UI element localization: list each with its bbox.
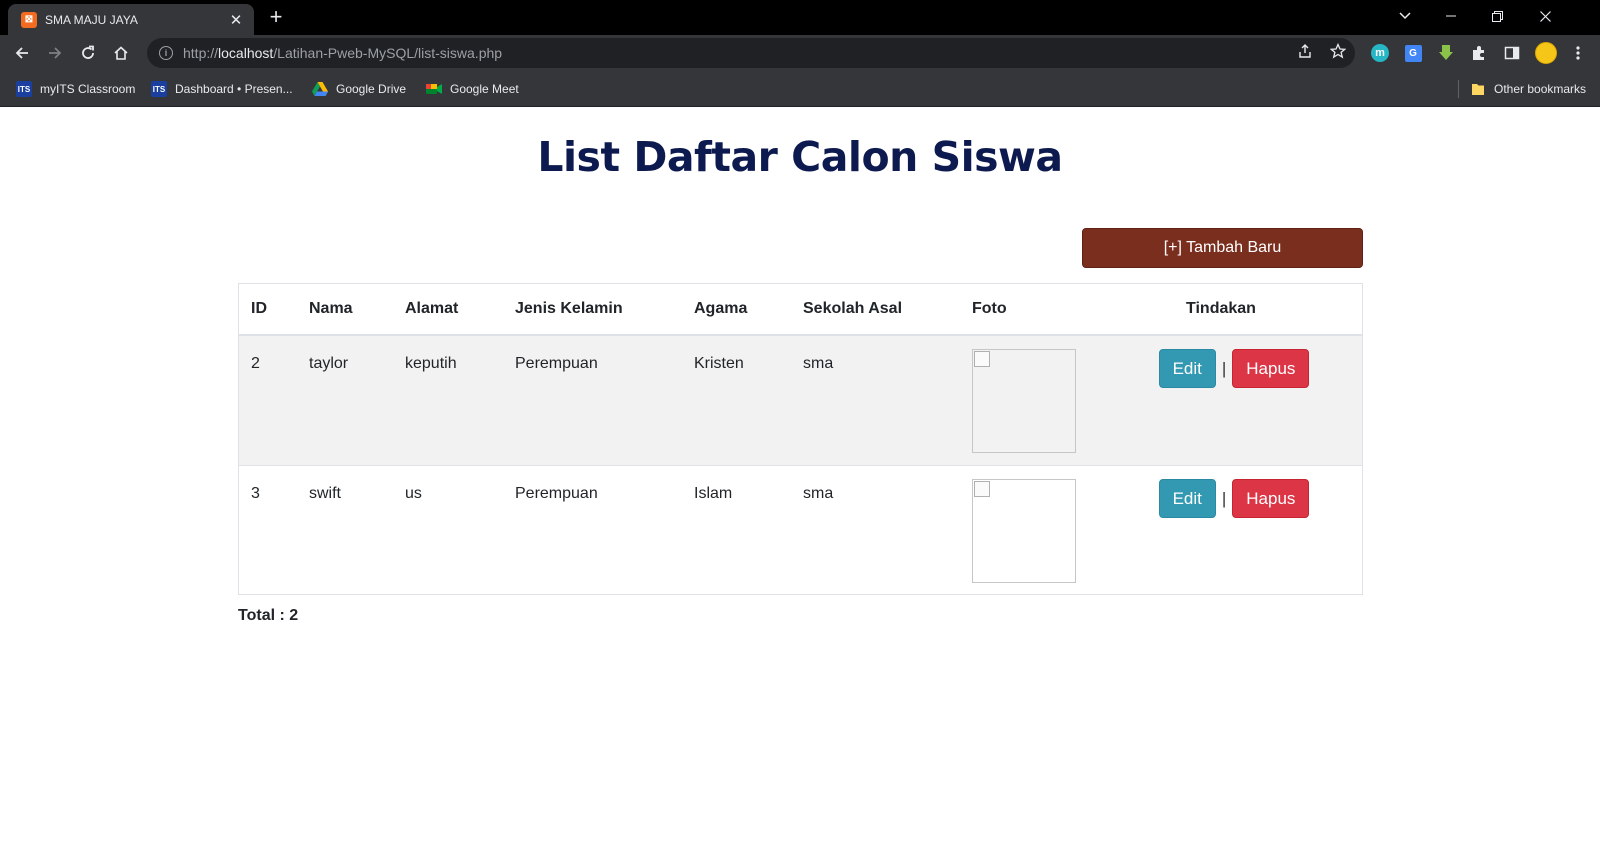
- table-header-row: ID Nama Alamat Jenis Kelamin Agama Sekol…: [239, 284, 1362, 335]
- edit-button[interactable]: Edit: [1158, 479, 1216, 518]
- cell-id: 2: [251, 355, 260, 372]
- close-tab-icon[interactable]: ✕: [228, 11, 244, 29]
- cell-alamat: us: [405, 485, 422, 502]
- column-header-jenis-kelamin: Jenis Kelamin: [515, 300, 623, 317]
- cell-nama: taylor: [309, 355, 349, 372]
- site-info-icon[interactable]: i: [159, 46, 173, 60]
- cell-foto: [960, 335, 1136, 466]
- action-separator: |: [1221, 488, 1227, 508]
- google-meet-icon: [426, 81, 442, 97]
- tab-search-icon[interactable]: [1382, 0, 1428, 32]
- bookmark-myits-classroom[interactable]: ITS myITS Classroom: [16, 79, 135, 99]
- cell-alamat: keputih: [405, 355, 457, 372]
- minimize-icon[interactable]: [1428, 0, 1474, 32]
- page-title: List Daftar Calon Siswa: [537, 133, 1063, 181]
- its-icon: ITS: [151, 81, 167, 97]
- delete-button[interactable]: Hapus: [1232, 479, 1310, 518]
- table-row: 3 swift us Perempuan Islam sma Edit | Ha…: [239, 465, 1362, 596]
- reload-icon[interactable]: [74, 39, 102, 67]
- column-header-foto: Foto: [972, 300, 1007, 317]
- download-extension-icon[interactable]: [1436, 43, 1456, 63]
- column-header-agama: Agama: [694, 300, 748, 317]
- action-separator: |: [1221, 358, 1227, 378]
- bookmark-label: myITS Classroom: [40, 82, 136, 96]
- delete-button[interactable]: Hapus: [1232, 349, 1310, 388]
- students-table: ID Nama Alamat Jenis Kelamin Agama Sekol…: [238, 283, 1363, 595]
- column-header-alamat: Alamat: [405, 300, 459, 317]
- tab-strip: ⊠ SMA MAJU JAYA ✕ +: [0, 0, 1600, 35]
- cell-sekolah-asal: sma: [803, 485, 834, 502]
- google-translate-icon[interactable]: G: [1403, 43, 1423, 63]
- cell-jenis-kelamin: Perempuan: [515, 485, 598, 502]
- other-bookmarks[interactable]: Other bookmarks: [1470, 79, 1586, 99]
- bookmarks-bar: ITS myITS Classroom ITS Dashboard • Pres…: [0, 71, 1600, 107]
- edit-button[interactable]: Edit: [1158, 349, 1216, 388]
- bookmark-google-meet[interactable]: Google Meet: [426, 79, 519, 99]
- active-tab[interactable]: ⊠ SMA MAJU JAYA ✕: [8, 4, 254, 35]
- tab-title: SMA MAJU JAYA: [45, 12, 138, 27]
- home-icon[interactable]: [107, 39, 135, 67]
- cell-tindakan: Edit | Hapus: [1136, 335, 1362, 466]
- menu-dots-icon[interactable]: [1568, 43, 1588, 63]
- other-bookmarks-label: Other bookmarks: [1494, 82, 1587, 96]
- cell-jenis-kelamin: Perempuan: [515, 355, 598, 372]
- cell-agama: Islam: [694, 485, 733, 502]
- broken-image-icon: [974, 351, 990, 367]
- xampp-icon: ⊠: [21, 11, 37, 28]
- bookmark-label: Dashboard • Presen...: [175, 82, 293, 96]
- bookmark-star-icon[interactable]: [1329, 42, 1347, 60]
- close-window-icon[interactable]: [1522, 0, 1568, 32]
- student-photo: [972, 479, 1076, 583]
- google-drive-icon: [312, 81, 328, 97]
- address-bar[interactable]: i http://localhost/Latihan-Pweb-MySQL/li…: [147, 38, 1355, 68]
- new-tab-button[interactable]: +: [262, 6, 290, 30]
- side-panel-icon[interactable]: [1502, 43, 1522, 63]
- back-icon[interactable]: [8, 39, 36, 67]
- profile-avatar[interactable]: [1534, 41, 1558, 65]
- bookmark-google-drive[interactable]: Google Drive: [312, 79, 406, 99]
- column-header-nama: Nama: [309, 300, 353, 317]
- url-text: http://localhost/Latihan-Pweb-MySQL/list…: [183, 45, 503, 61]
- total-count: Total : 2: [238, 607, 299, 624]
- its-icon: ITS: [16, 81, 32, 97]
- student-photo: [972, 349, 1076, 453]
- extension-m-icon[interactable]: m: [1370, 43, 1390, 63]
- bookmark-label: Google Meet: [450, 82, 519, 96]
- extensions-puzzle-icon[interactable]: [1469, 43, 1489, 63]
- folder-icon: [1470, 81, 1486, 97]
- restore-icon[interactable]: [1474, 0, 1520, 32]
- column-header-tindakan: Tindakan: [1186, 300, 1256, 317]
- page-content: List Daftar Calon Siswa [+] Tambah Baru …: [0, 107, 1600, 845]
- cell-sekolah-asal: sma: [803, 355, 834, 372]
- cell-id: 3: [251, 485, 260, 502]
- add-new-button[interactable]: [+] Tambah Baru: [1082, 228, 1363, 268]
- cell-nama: swift: [309, 485, 341, 502]
- browser-toolbar: i http://localhost/Latihan-Pweb-MySQL/li…: [0, 35, 1600, 71]
- bookmarks-separator: [1458, 80, 1459, 98]
- share-icon[interactable]: [1296, 42, 1314, 60]
- cell-agama: Kristen: [694, 355, 744, 372]
- bookmark-dashboard[interactable]: ITS Dashboard • Presen...: [151, 79, 293, 99]
- broken-image-icon: [974, 481, 990, 497]
- cell-tindakan: Edit | Hapus: [1136, 466, 1362, 596]
- column-header-sekolah-asal: Sekolah Asal: [803, 300, 903, 317]
- forward-icon[interactable]: [41, 39, 69, 67]
- bookmark-label: Google Drive: [336, 82, 407, 96]
- cell-foto: [960, 466, 1136, 596]
- table-row: 2 taylor keputih Perempuan Kristen sma E…: [239, 335, 1362, 466]
- column-header-id: ID: [251, 300, 267, 317]
